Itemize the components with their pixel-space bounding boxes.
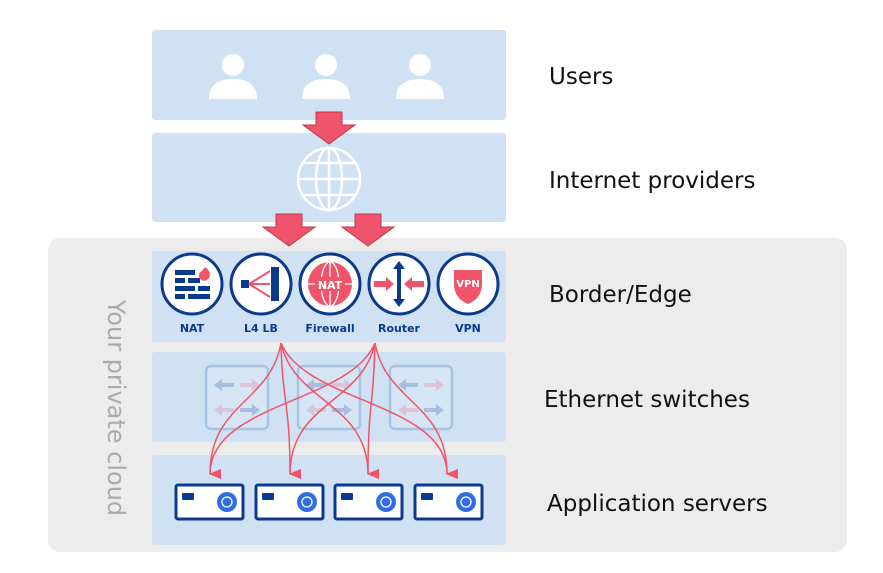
- icon-label: VPN: [455, 322, 481, 335]
- icon-label: NAT: [180, 322, 205, 335]
- kubernetes-icon: [376, 492, 396, 512]
- icon-label: L4 LB: [244, 322, 278, 335]
- ethernet-switch: [388, 364, 454, 431]
- icon-label: Firewall: [305, 322, 354, 335]
- layer-label-internet: Internet providers: [549, 168, 755, 194]
- kubernetes-icon: [297, 492, 317, 512]
- private-cloud-label: Your private cloud: [102, 299, 130, 516]
- server: [174, 483, 245, 521]
- kubernetes-icon: [456, 492, 476, 512]
- server: [333, 483, 404, 521]
- server: [254, 483, 325, 521]
- network-diagram: Your private cloud NAT VPN NAT L4 LB Fir…: [0, 0, 883, 573]
- layer-label-border: Border/Edge: [549, 282, 692, 308]
- svg-text:VPN: VPN: [456, 279, 479, 290]
- server: [413, 483, 484, 521]
- layer-label-users: Users: [549, 64, 613, 90]
- icon-label: Router: [378, 322, 421, 335]
- layer-label-servers: Application servers: [547, 491, 768, 517]
- ethernet-switch: [204, 364, 270, 431]
- globe-nat-icon: NAT: [308, 261, 352, 307]
- ethernet-switch: [296, 364, 362, 431]
- layer-label-ethernet: Ethernet switches: [544, 387, 750, 413]
- globe-icon: [296, 146, 362, 212]
- ethernet-switch-icon: [204, 364, 454, 431]
- svg-text:NAT: NAT: [318, 279, 343, 292]
- kubernetes-icon: [217, 492, 237, 512]
